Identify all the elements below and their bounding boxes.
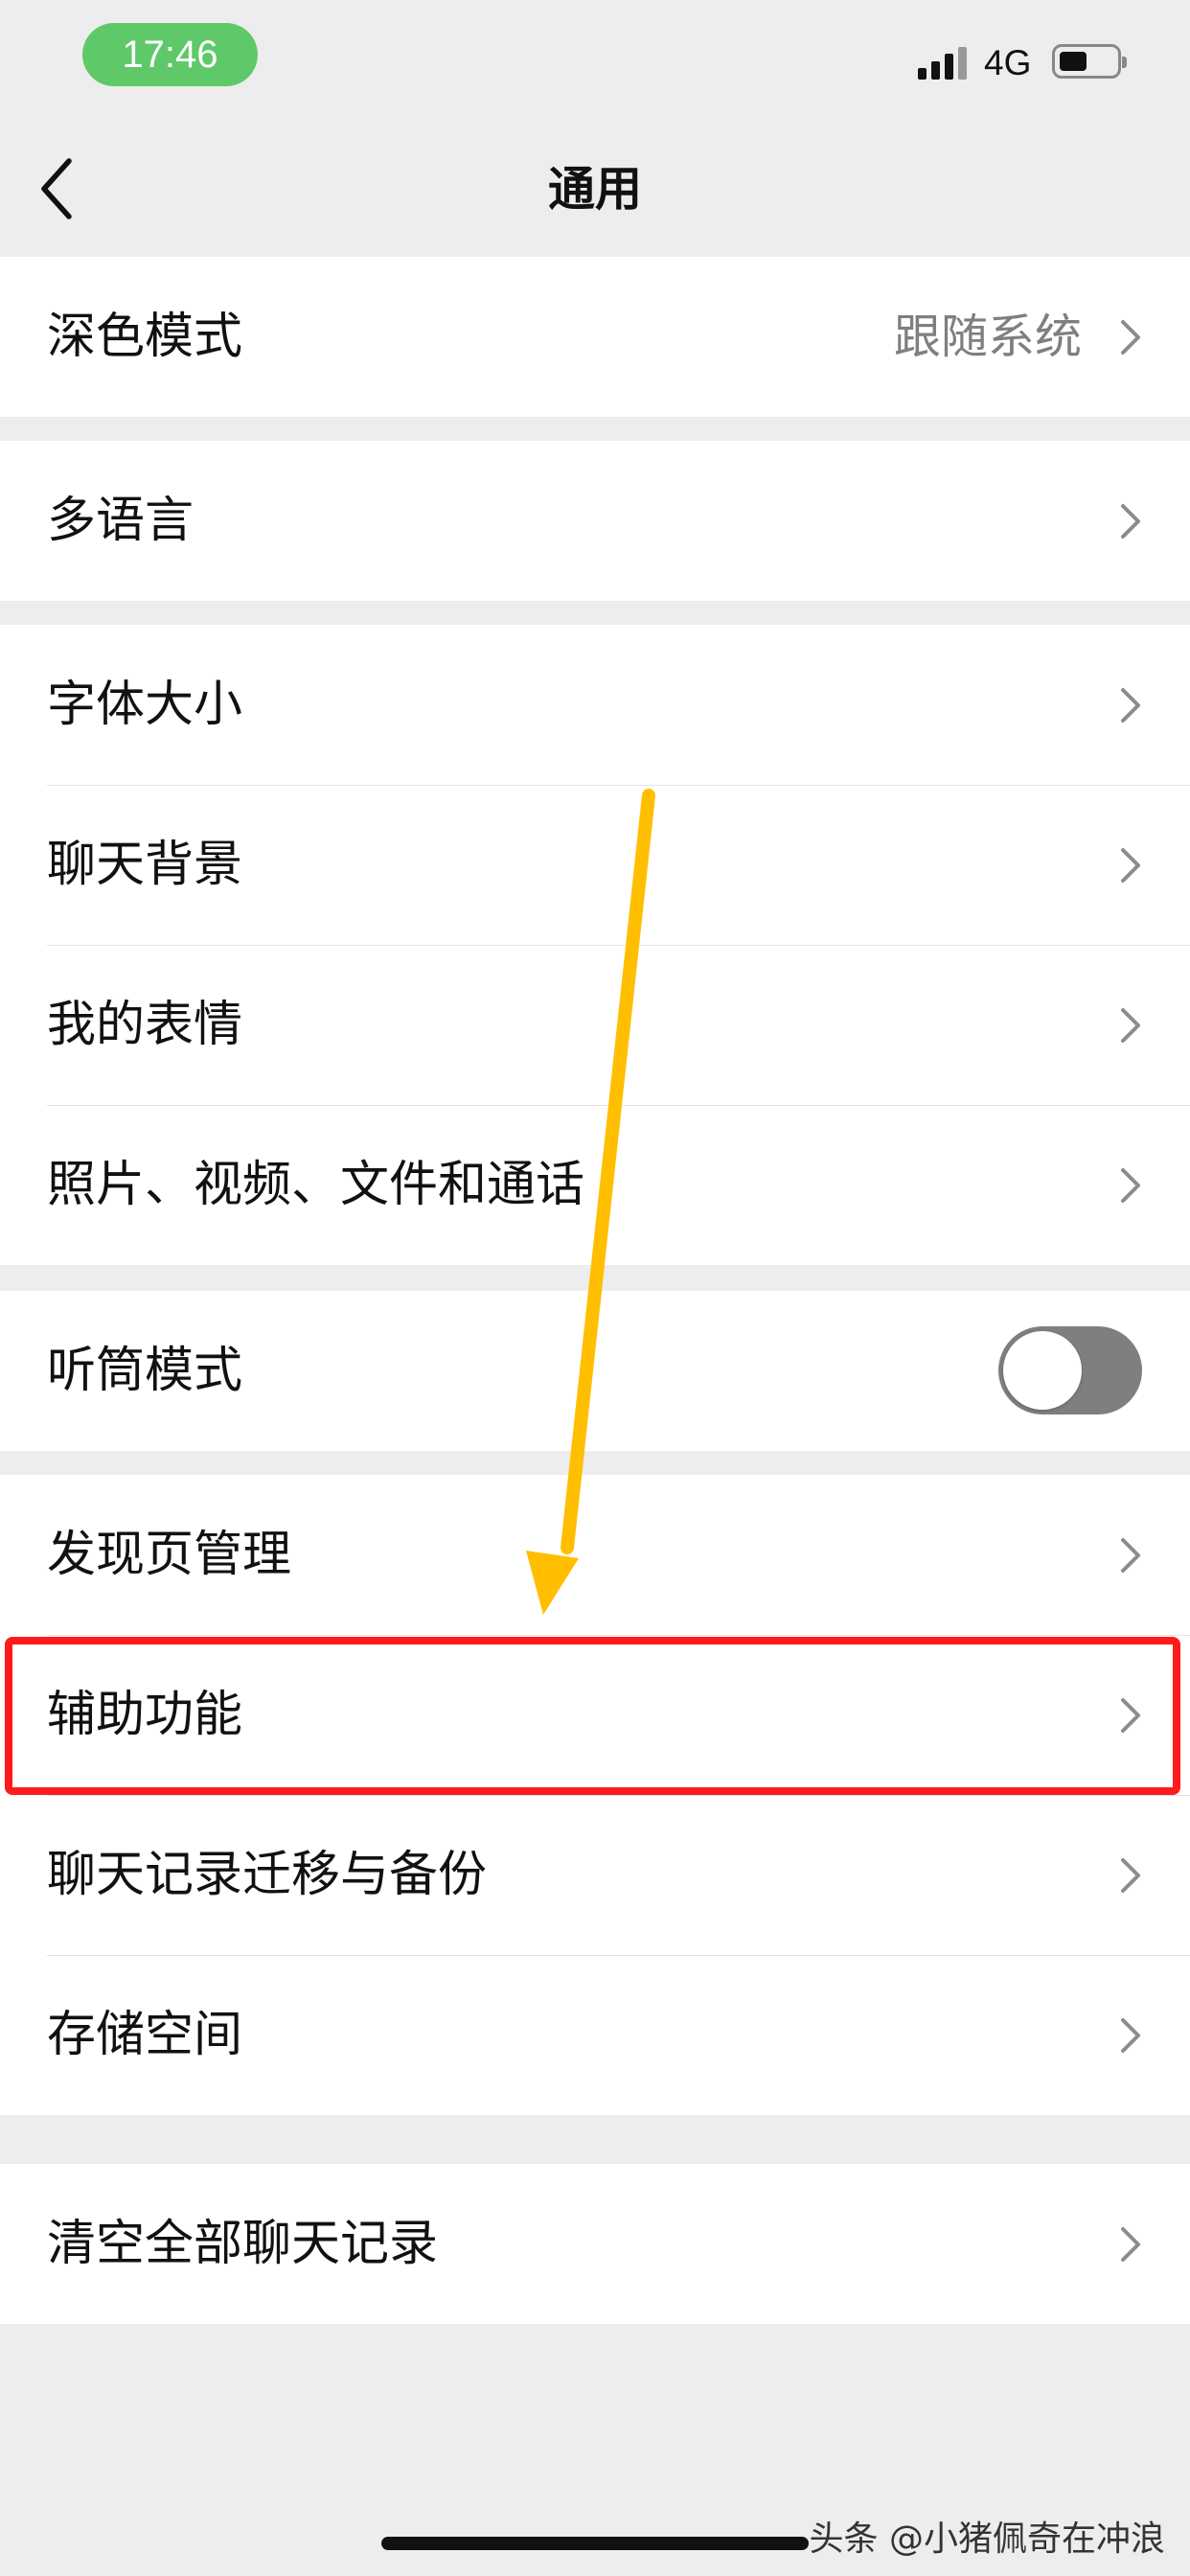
settings-row-label: 深色模式	[47, 309, 243, 365]
chevron-right-icon	[1119, 2225, 1142, 2264]
settings-group: 深色模式 跟随系统	[0, 257, 1190, 417]
settings-row[interactable]: 照片、视频、文件和通话	[0, 1105, 1190, 1265]
chevron-left-icon	[41, 158, 72, 219]
page-title: 通用	[547, 162, 642, 217]
settings-group: 发现页管理辅助功能聊天记录迁移与备份 存储空间	[0, 1475, 1190, 2115]
settings-row[interactable]: 深色模式 跟随系统	[0, 257, 1190, 417]
battery-icon	[1052, 44, 1127, 79]
chevron-right-icon	[1119, 1696, 1142, 1735]
settings-row[interactable]: 辅助功能	[0, 1635, 1190, 1795]
settings-row-value: 跟随系统	[893, 310, 1082, 364]
chevron-right-icon	[1119, 686, 1142, 724]
settings-row-label: 发现页管理	[47, 1527, 292, 1583]
settings-group: 字体大小聊天背景我的表情照片、视频、文件和通话	[0, 625, 1190, 1265]
settings-row[interactable]: 多语言	[0, 441, 1190, 601]
settings-group: 多语言	[0, 441, 1190, 601]
status-time: 17:46	[82, 23, 258, 86]
settings-row[interactable]: 我的表情	[0, 945, 1190, 1105]
settings-row[interactable]: 字体大小	[0, 625, 1190, 785]
signal-strength-icon	[918, 47, 970, 80]
chevron-right-icon	[1119, 1856, 1142, 1895]
network-type: 4G	[984, 43, 1032, 82]
settings-row[interactable]: 存储空间	[0, 1955, 1190, 2115]
chevron-right-icon	[1119, 318, 1142, 356]
watermark-text: 头条 @小猪佩奇在冲浪	[809, 2519, 1165, 2559]
settings-row-label: 清空全部聊天记录	[47, 2216, 439, 2272]
chevron-right-icon	[1119, 2016, 1142, 2055]
settings-row-label: 存储空间	[47, 2007, 243, 2063]
home-indicator[interactable]	[381, 2537, 809, 2550]
settings-row-label: 我的表情	[47, 997, 243, 1053]
toggle-switch[interactable]	[998, 1326, 1142, 1414]
toggle-knob	[1003, 1331, 1082, 1410]
chevron-right-icon	[1119, 1536, 1142, 1575]
settings-group: 听筒模式	[0, 1291, 1190, 1451]
chevron-right-icon	[1119, 846, 1142, 885]
chevron-right-icon	[1119, 502, 1142, 540]
chevron-right-icon	[1119, 1006, 1142, 1045]
back-button[interactable]	[38, 153, 96, 225]
settings-row-label: 字体大小	[47, 677, 243, 733]
settings-row[interactable]: 聊天背景	[0, 785, 1190, 945]
settings-row-label: 聊天记录迁移与备份	[47, 1847, 488, 1903]
chevron-right-icon	[1119, 1166, 1142, 1205]
settings-row-label: 聊天背景	[47, 837, 243, 893]
settings-row-label: 照片、视频、文件和通话	[47, 1157, 585, 1213]
status-bar: 17:46 4G	[0, 0, 1190, 125]
settings-group: 清空全部聊天记录	[0, 2164, 1190, 2324]
settings-row[interactable]: 聊天记录迁移与备份	[0, 1795, 1190, 1955]
settings-row-label: 辅助功能	[47, 1687, 243, 1743]
settings-row[interactable]: 发现页管理	[0, 1475, 1190, 1635]
settings-row[interactable]: 听筒模式	[0, 1291, 1190, 1451]
settings-row-label: 听筒模式	[47, 1343, 243, 1399]
settings-row-label: 多语言	[47, 493, 195, 549]
navigation-bar: 通用	[0, 125, 1190, 254]
settings-row[interactable]: 清空全部聊天记录	[0, 2164, 1190, 2324]
